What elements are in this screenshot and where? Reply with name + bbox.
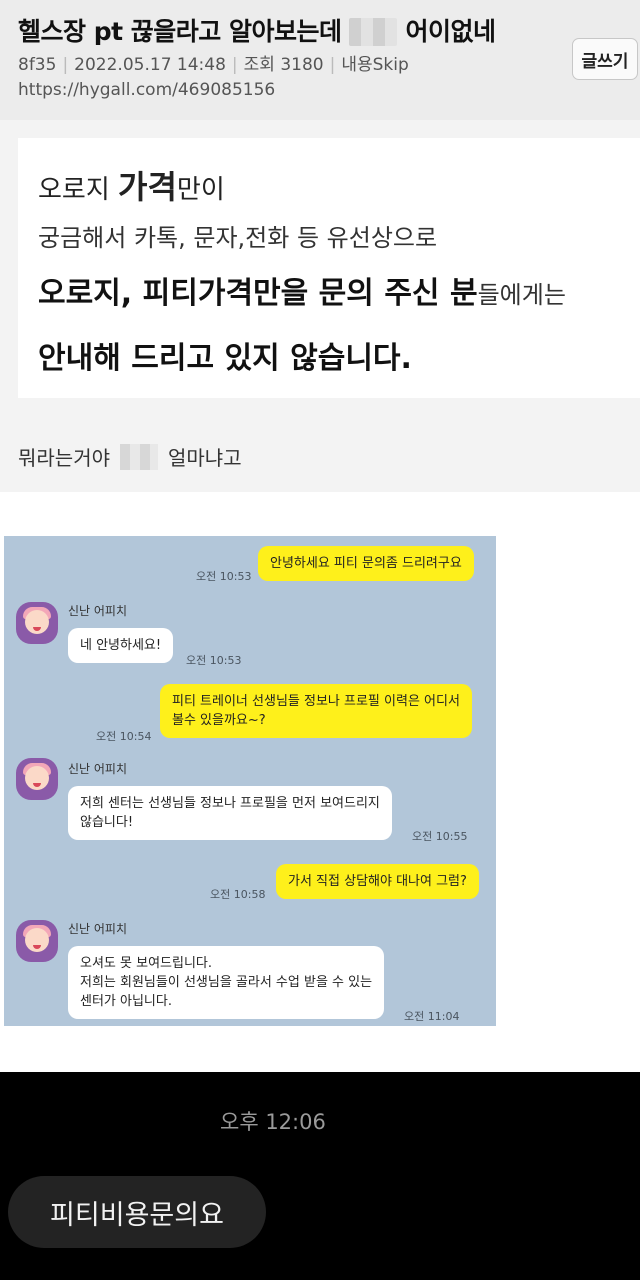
apeach-avatar-icon (16, 758, 58, 800)
chat-sender-name: 신난 어피치 (68, 762, 128, 776)
chat-bubble-theirs: 오셔도 못 보여드립니다. 저희는 회원님들이 선생님을 골라서 수업 받을 수 … (68, 946, 385, 1019)
author-id: 8f35 (18, 55, 57, 75)
chat-bubble-theirs: 저희 센터는 선생님들 정보나 프로필을 먼저 보여드리지 않습니다! (68, 786, 392, 840)
post-title: 헬스장 pt 끊을라고 알아보는데 어이없네 (18, 12, 496, 48)
post-content: 오로지 가격만이 궁금해서 카톡, 문자,전화 등 유선상으로 오로지, 피티가… (0, 120, 640, 492)
chat-time: 오전 10:55 (412, 830, 468, 843)
apeach-avatar-icon (16, 602, 58, 644)
post-url[interactable]: https://hygall.com/469085156 (18, 80, 275, 100)
notice-image: 오로지 가격만이 궁금해서 카톡, 문자,전화 등 유선상으로 오로지, 피티가… (18, 138, 640, 398)
meta-separator: | (62, 55, 69, 75)
notice-line-1: 오로지 가격만이 (38, 168, 225, 206)
chat-bubble-theirs: 네 안녕하세요! (68, 628, 174, 663)
chat-time: 오전 11:04 (404, 1010, 460, 1023)
apeach-avatar-icon (16, 920, 58, 962)
notice-line-3: 오로지, 피티가격만을 문의 주신 분들에게는 (38, 276, 566, 311)
post-meta: 8f35 | 2022.05.17 14:48 | 조회 3180 | 내용Skip (18, 50, 409, 75)
notice-line-2: 궁금해서 카톡, 문자,전화 등 유선상으로 (38, 224, 438, 252)
message-bubble: 피티비용문의요 (8, 1176, 266, 1248)
title-prefix: 헬스장 pt 끊을라고 알아보는데 (18, 17, 342, 46)
chat-time: 오전 10:53 (196, 570, 252, 583)
notice-line-4: 안내해 드리고 있지 않습니다. (38, 341, 412, 376)
chat-screenshot: 안녕하세요 피티 문의좀 드리려구요 오전 10:53 신난 어피치 네 안녕하… (4, 536, 496, 1026)
chat-time: 오전 10:53 (186, 654, 242, 667)
post-header: 헬스장 pt 끊을라고 알아보는데 어이없네 8f35 | 2022.05.17 14… (0, 0, 640, 120)
chat-sender-name: 신난 어피치 (68, 922, 128, 936)
write-button[interactable]: 글쓰기 (572, 38, 638, 80)
chat-time: 오전 10:54 (96, 730, 152, 743)
chat-bubble-mine: 피티 트레이너 선생님들 정보나 프로필 이력은 어디서 볼수 있을까요~? (160, 684, 472, 738)
meta-separator: | (329, 55, 336, 75)
chat-bubble-mine: 가서 직접 상담해야 대나여 그럼? (276, 864, 479, 899)
view-count: 조회 3180 (243, 55, 324, 75)
post-caption: 뭐라는거야 얼마냐고 (18, 444, 242, 470)
chat-bubble-mine: 안녕하세요 피티 문의좀 드리려구요 (258, 546, 474, 581)
skip-link[interactable]: 내용Skip (341, 55, 408, 75)
dark-message-screenshot: 오후 12:06 피티비용문의요 (0, 1072, 640, 1280)
censored-blur (120, 444, 158, 470)
post-date: 2022.05.17 14:48 (74, 55, 226, 75)
message-time: 오후 12:06 (220, 1110, 326, 1134)
title-suffix: 어이없네 (405, 17, 496, 46)
censored-blur (349, 18, 398, 46)
chat-sender-name: 신난 어피치 (68, 604, 128, 618)
chat-time: 오전 10:58 (210, 888, 266, 901)
meta-separator: | (231, 55, 238, 75)
